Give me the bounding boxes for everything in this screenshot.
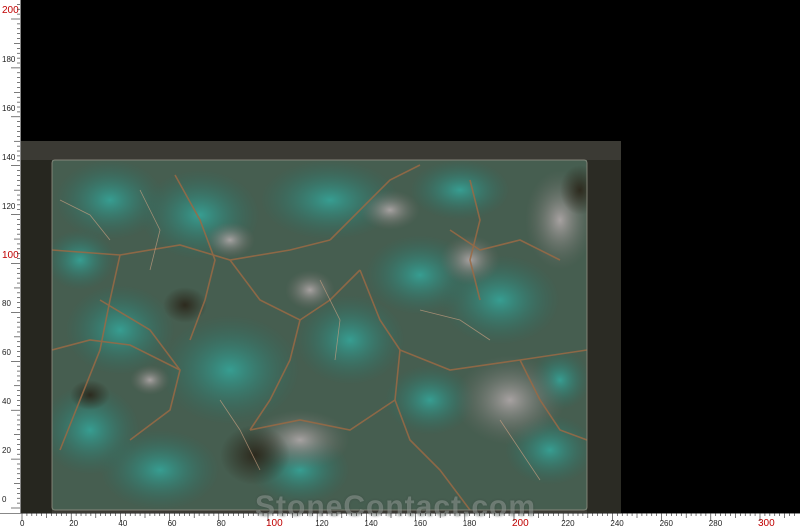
ruler-tick-overlay bbox=[11, 4, 795, 521]
slab-photo-viewer: 0 20 40 60 80 100 120 140 160 180 200 0 20 40 60 80 100… bbox=[0, 0, 800, 532]
